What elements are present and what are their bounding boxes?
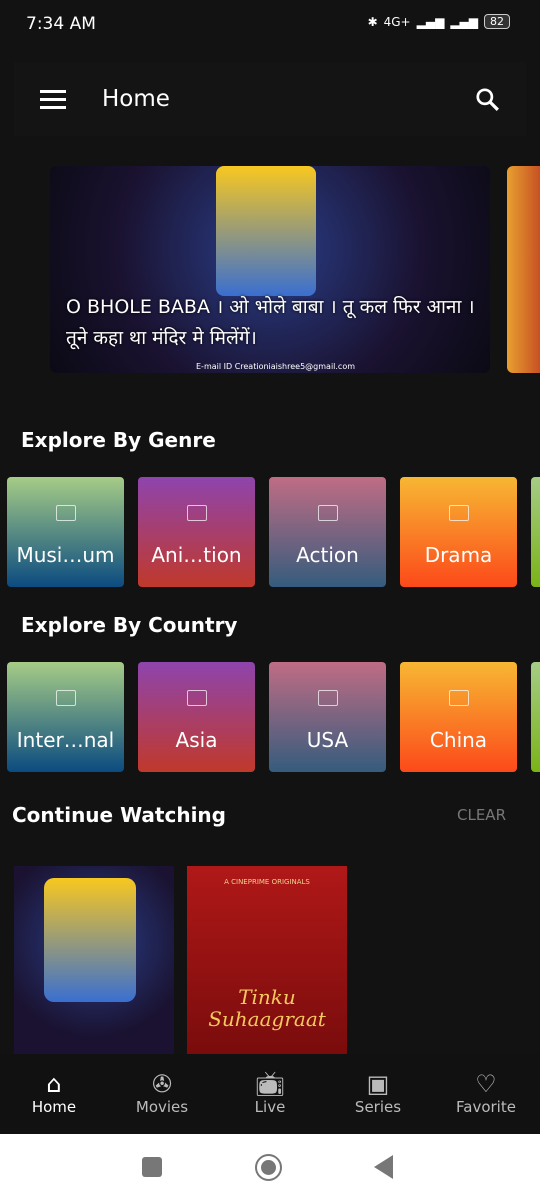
banner-email: E-mail ID Creationiaishree5@gmail.com	[196, 362, 356, 371]
bottom-nav: ⌂ Home ✇ Movies 📺︎ Live ▣ Series ♡ Favorite	[0, 1054, 540, 1134]
image-placeholder-icon	[448, 690, 469, 706]
tile-label: Musi…um	[16, 543, 115, 567]
tile-label: Inter…nal	[16, 728, 115, 752]
nav-label: Home	[31, 1098, 77, 1116]
genre-tile[interactable]: Action	[269, 477, 386, 587]
nav-favorite[interactable]: ♡ Favorite	[432, 1054, 540, 1134]
back-button[interactable]	[374, 1155, 393, 1179]
search-icon[interactable]	[474, 86, 500, 112]
thumbnail-artwork	[44, 878, 136, 1002]
clock: 7:34 AM	[26, 14, 96, 34]
nav-series[interactable]: ▣ Series	[324, 1054, 432, 1134]
country-tile[interactable]: China	[400, 662, 517, 772]
thumbnail-tag: A CINEPRIME ORIGINALS	[224, 878, 310, 886]
home-icon: ⌂	[46, 1070, 62, 1098]
image-placeholder-icon	[55, 690, 76, 706]
banner-title: O BHOLE BABA । ओ भोले बाबा । तू कल फिर आ…	[66, 296, 475, 349]
film-reel-icon: ✇	[151, 1070, 173, 1098]
home-button[interactable]	[255, 1154, 282, 1181]
country-tile-partial[interactable]	[531, 662, 540, 772]
tv-icon: 📺︎	[254, 1070, 286, 1098]
continue-heading: Continue Watching	[12, 803, 226, 827]
clear-button[interactable]: CLEAR	[457, 806, 506, 824]
image-placeholder-icon	[186, 690, 207, 706]
image-placeholder-icon	[55, 505, 76, 521]
battery-level: 82	[484, 14, 510, 29]
genre-tile[interactable]: Drama	[400, 477, 517, 587]
network-type: 4G+	[383, 14, 411, 29]
app-bar: Home	[14, 62, 526, 136]
tile-label: Action	[296, 543, 359, 567]
genre-tile[interactable]: Musi…um	[7, 477, 124, 587]
hamburger-menu-icon[interactable]	[40, 89, 66, 109]
continue-item[interactable]: A CINEPRIME ORIGINALS Tinku Suhaagraat	[187, 866, 347, 1054]
heart-icon: ♡	[475, 1070, 497, 1098]
image-placeholder-icon	[448, 505, 469, 521]
next-banner[interactable]	[507, 166, 540, 373]
page-title: Home	[102, 86, 170, 112]
system-nav-bar	[0, 1134, 540, 1200]
country-row: Inter…nal Asia USA China	[7, 662, 540, 772]
status-icons: ✱ 4G+ ▂▄▆ ▂▄▆ 82	[368, 14, 510, 29]
tile-label: Asia	[175, 728, 218, 752]
genre-tile-partial[interactable]	[531, 477, 540, 587]
nav-home[interactable]: ⌂ Home	[0, 1054, 108, 1134]
tile-label: USA	[306, 728, 349, 752]
nav-live[interactable]: 📺︎ Live	[216, 1054, 324, 1134]
nav-label: Series	[354, 1098, 402, 1116]
banner-artwork	[216, 166, 316, 296]
country-tile[interactable]: Inter…nal	[7, 662, 124, 772]
country-tile[interactable]: USA	[269, 662, 386, 772]
genre-row: Musi…um Ani…tion Action Drama	[7, 477, 540, 587]
image-placeholder-icon	[317, 505, 338, 521]
tile-label: Ani…tion	[151, 543, 242, 567]
continue-item[interactable]	[14, 866, 174, 1054]
nav-label: Favorite	[456, 1098, 516, 1116]
country-heading: Explore By Country	[21, 613, 238, 637]
film-strip-icon: ▣	[366, 1070, 390, 1098]
signal-icon-2: ▂▄▆	[450, 14, 478, 29]
nav-movies[interactable]: ✇ Movies	[108, 1054, 216, 1134]
image-placeholder-icon	[186, 505, 207, 521]
bluetooth-icon: ✱	[367, 14, 378, 29]
genre-tile[interactable]: Ani…tion	[138, 477, 255, 587]
genre-heading: Explore By Genre	[21, 428, 216, 452]
tile-label: China	[429, 728, 488, 752]
recents-button[interactable]	[142, 1157, 162, 1177]
country-tile[interactable]: Asia	[138, 662, 255, 772]
thumbnail-title: Tinku Suhaagraat	[208, 985, 326, 1031]
status-bar: 7:34 AM ✱ 4G+ ▂▄▆ ▂▄▆ 82	[0, 0, 540, 50]
image-placeholder-icon	[317, 690, 338, 706]
nav-label: Live	[254, 1098, 286, 1116]
signal-icon: ▂▄▆	[416, 14, 445, 29]
tile-label: Drama	[424, 543, 493, 567]
nav-label: Movies	[135, 1098, 189, 1116]
featured-banner[interactable]: O BHOLE BABA । ओ भोले बाबा । तू कल फिर आ…	[50, 166, 490, 373]
